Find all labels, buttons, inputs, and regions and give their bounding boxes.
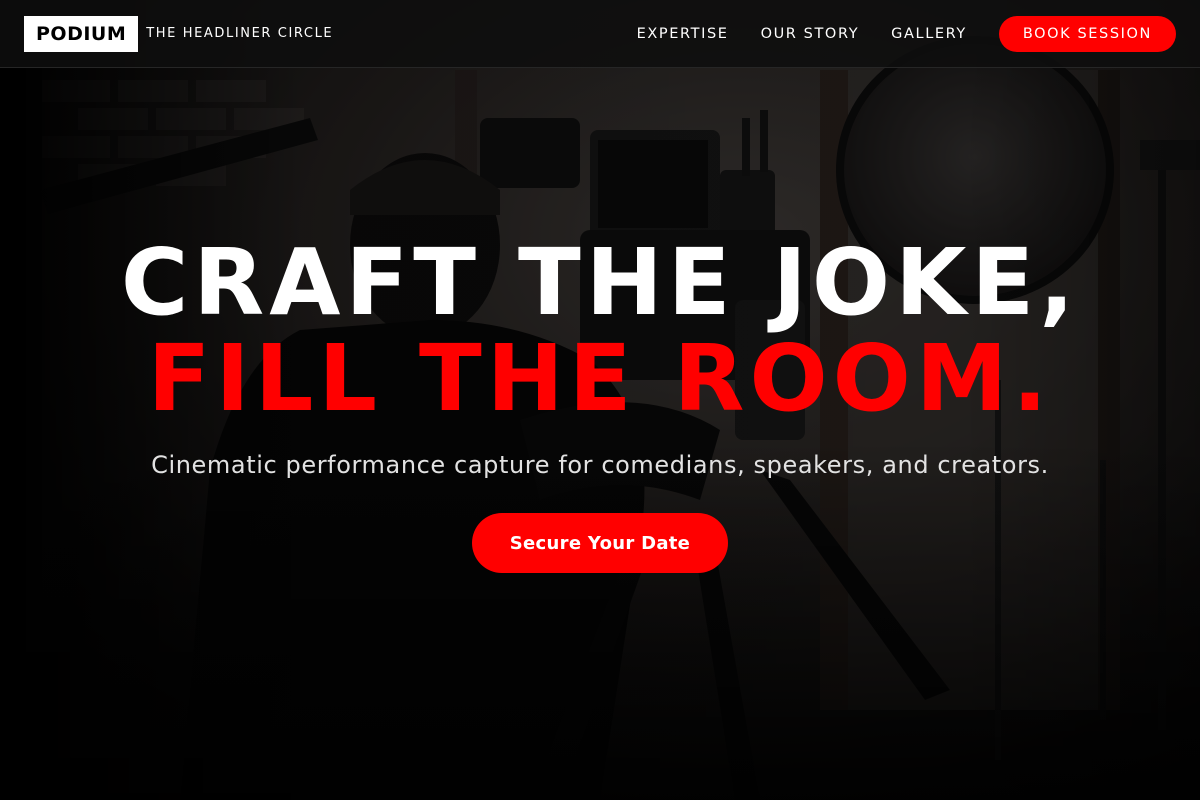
landing-page: PODIUM THE HEADLINER CIRCLE EXPERTISE OU…: [0, 0, 1200, 800]
nav-link-gallery[interactable]: GALLERY: [891, 26, 967, 42]
brand-tagline: THE HEADLINER CIRCLE: [146, 26, 334, 41]
nav-link-our-story[interactable]: OUR STORY: [761, 26, 860, 42]
secure-date-button[interactable]: Secure Your Date: [472, 513, 728, 573]
site-header: PODIUM THE HEADLINER CIRCLE EXPERTISE OU…: [0, 0, 1200, 68]
main-nav: EXPERTISE OUR STORY GALLERY BOOK SESSION: [637, 15, 1176, 52]
logo[interactable]: PODIUM: [24, 15, 139, 52]
nav-link-expertise[interactable]: EXPERTISE: [637, 26, 729, 42]
hero-headline-line2: FILL THE ROOM.: [147, 325, 1053, 432]
brand[interactable]: PODIUM THE HEADLINER CIRCLE: [24, 15, 334, 52]
hero-headline-line1: CRAFT THE JOKE,: [120, 229, 1080, 336]
hero-subheadline: Cinematic performance capture for comedi…: [151, 451, 1049, 479]
hero-section: CRAFT THE JOKE, FILL THE ROOM. Cinematic…: [0, 68, 1200, 800]
book-session-button[interactable]: BOOK SESSION: [998, 15, 1176, 52]
